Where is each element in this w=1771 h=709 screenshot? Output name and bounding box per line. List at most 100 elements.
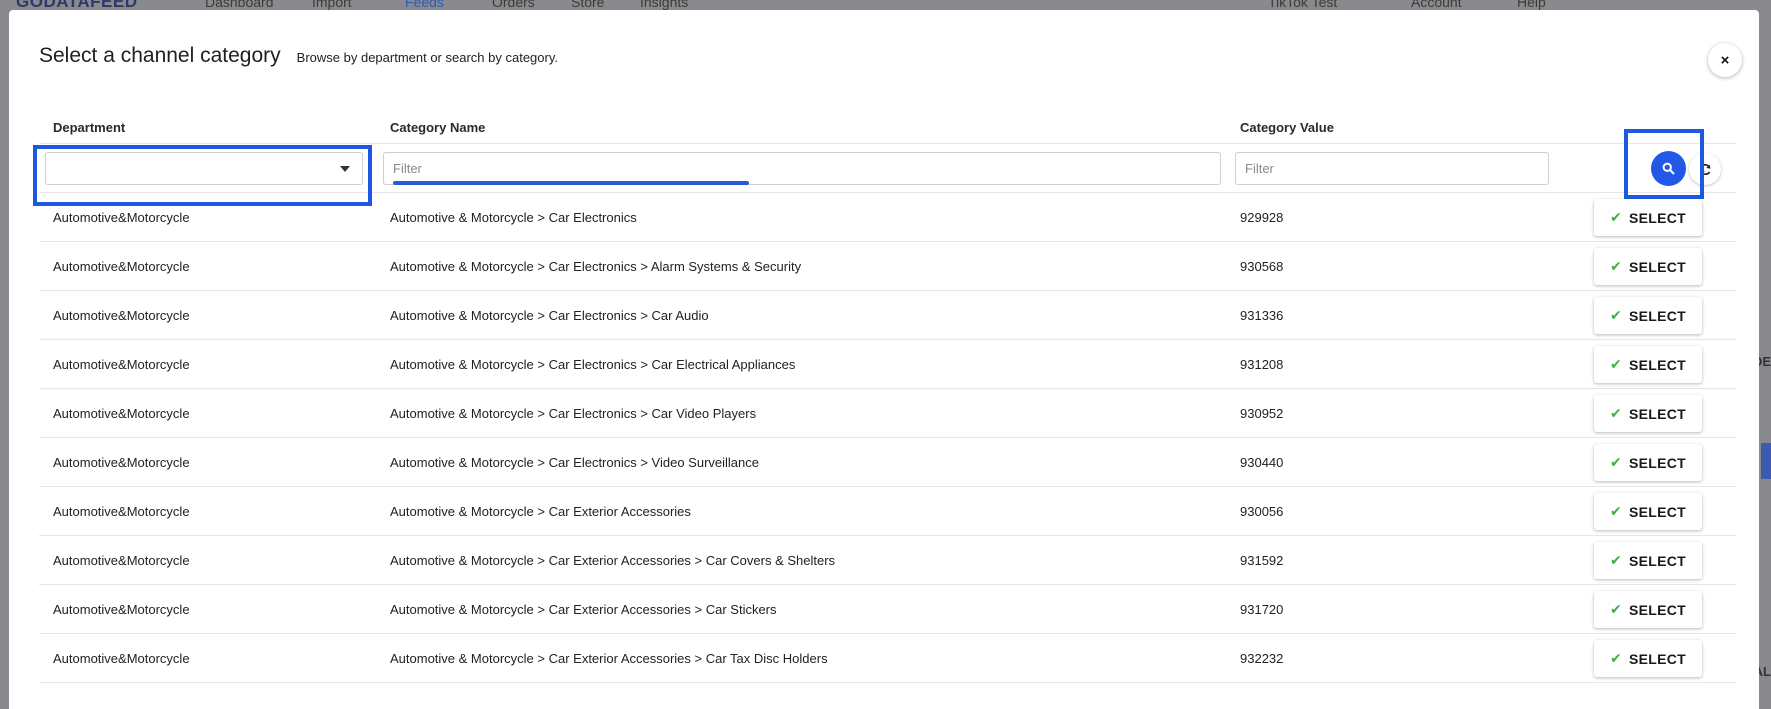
nav-tiktok-test: TikTok Test bbox=[1268, 0, 1338, 10]
row-category-value: 930952 bbox=[1240, 406, 1284, 421]
table-row: Automotive&Motorcycle Automotive & Motor… bbox=[39, 634, 1736, 683]
nav-help: Help bbox=[1517, 0, 1546, 10]
row-department: Automotive&Motorcycle bbox=[53, 602, 190, 617]
nav-feeds: Feeds bbox=[405, 0, 444, 10]
select-label: SELECT bbox=[1629, 258, 1687, 275]
row-department: Automotive&Motorcycle bbox=[53, 259, 190, 274]
search-icon bbox=[1662, 162, 1675, 175]
row-category-name: Automotive & Motorcycle > Car Exterior A… bbox=[390, 651, 828, 666]
category-value-filter[interactable] bbox=[1235, 152, 1549, 185]
select-label: SELECT bbox=[1629, 209, 1687, 226]
check-icon: ✔ bbox=[1609, 356, 1622, 372]
chevron-down-icon bbox=[340, 166, 350, 172]
department-select[interactable] bbox=[45, 152, 363, 185]
select-label: SELECT bbox=[1629, 307, 1687, 324]
select-label: SELECT bbox=[1629, 503, 1687, 520]
select-label: SELECT bbox=[1629, 650, 1687, 667]
select-label: SELECT bbox=[1629, 454, 1687, 471]
modal-title: Select a channel category bbox=[39, 44, 281, 67]
select-button[interactable]: ✔ SELECT bbox=[1594, 444, 1702, 481]
table-header: Department Category Name Category Value bbox=[39, 110, 1736, 144]
nav-insights: Insights bbox=[640, 0, 689, 10]
refresh-icon bbox=[1700, 163, 1710, 175]
column-header-department: Department bbox=[53, 120, 126, 135]
row-category-name: Automotive & Motorcycle > Car Exterior A… bbox=[390, 602, 777, 617]
row-department: Automotive&Motorcycle bbox=[53, 651, 190, 666]
check-icon: ✔ bbox=[1609, 405, 1622, 421]
select-button[interactable]: ✔ SELECT bbox=[1594, 640, 1702, 677]
row-category-name: Automotive & Motorcycle > Car Exterior A… bbox=[390, 504, 691, 519]
nav-orders: Orders bbox=[492, 0, 535, 10]
filter-row bbox=[33, 129, 1736, 206]
row-category-name: Automotive & Motorcycle > Car Electronic… bbox=[390, 308, 709, 323]
modal-subtitle: Browse by department or search by catego… bbox=[296, 50, 558, 65]
row-department: Automotive&Motorcycle bbox=[53, 210, 190, 225]
search-button[interactable] bbox=[1651, 151, 1686, 186]
row-department: Automotive&Motorcycle bbox=[53, 406, 190, 421]
row-category-value: 930056 bbox=[1240, 504, 1284, 519]
background-button bbox=[1761, 443, 1771, 479]
check-icon: ✔ bbox=[1609, 209, 1622, 225]
table-row: Automotive&Motorcycle Automotive & Motor… bbox=[39, 389, 1736, 438]
modal-header: Select a channel category Browse by depa… bbox=[39, 44, 558, 68]
check-icon: ✔ bbox=[1609, 601, 1622, 617]
check-icon: ✔ bbox=[1609, 650, 1622, 666]
select-button[interactable]: ✔ SELECT bbox=[1594, 199, 1702, 236]
row-category-name: Automotive & Motorcycle > Car Electronic… bbox=[390, 259, 802, 274]
select-label: SELECT bbox=[1629, 552, 1687, 569]
table-row: Automotive&Motorcycle Automotive & Motor… bbox=[39, 438, 1736, 487]
row-category-value: 931208 bbox=[1240, 357, 1284, 372]
row-category-name: Automotive & Motorcycle > Car Electronic… bbox=[390, 455, 759, 470]
select-button[interactable]: ✔ SELECT bbox=[1594, 395, 1702, 432]
refresh-button[interactable] bbox=[1689, 153, 1721, 185]
select-button[interactable]: ✔ SELECT bbox=[1594, 542, 1702, 579]
select-label: SELECT bbox=[1629, 601, 1687, 618]
column-header-category-value: Category Value bbox=[1240, 120, 1334, 135]
table-row: Automotive&Motorcycle Automotive & Motor… bbox=[39, 487, 1736, 536]
select-button[interactable]: ✔ SELECT bbox=[1594, 297, 1702, 334]
annotation-underline bbox=[393, 181, 749, 185]
row-category-value: 931592 bbox=[1240, 553, 1284, 568]
row-department: Automotive&Motorcycle bbox=[53, 504, 190, 519]
nav-account: Account bbox=[1411, 0, 1462, 10]
select-button[interactable]: ✔ SELECT bbox=[1594, 493, 1702, 530]
select-button[interactable]: ✔ SELECT bbox=[1594, 591, 1702, 628]
table-row: Automotive&Motorcycle Automotive & Motor… bbox=[39, 291, 1736, 340]
select-button[interactable]: ✔ SELECT bbox=[1594, 346, 1702, 383]
check-icon: ✔ bbox=[1609, 503, 1622, 519]
row-category-name: Automotive & Motorcycle > Car Electronic… bbox=[390, 406, 757, 421]
category-modal: Select a channel category Browse by depa… bbox=[9, 10, 1759, 709]
row-department: Automotive&Motorcycle bbox=[53, 553, 190, 568]
row-category-value: 931720 bbox=[1240, 602, 1284, 617]
close-icon: × bbox=[1720, 51, 1730, 69]
table-row: Automotive&Motorcycle Automotive & Motor… bbox=[39, 585, 1736, 634]
row-category-value: 931336 bbox=[1240, 308, 1284, 323]
check-icon: ✔ bbox=[1609, 454, 1622, 470]
select-label: SELECT bbox=[1629, 356, 1687, 373]
row-department: Automotive&Motorcycle bbox=[53, 308, 190, 323]
nav-store: Store bbox=[571, 0, 605, 10]
check-icon: ✔ bbox=[1609, 307, 1622, 323]
row-category-value: 930568 bbox=[1240, 259, 1284, 274]
nav-import: Import bbox=[312, 0, 352, 10]
row-department: Automotive&Motorcycle bbox=[53, 455, 190, 470]
row-category-name: Automotive & Motorcycle > Car Electronic… bbox=[390, 357, 796, 372]
nav-dashboard: Dashboard bbox=[205, 0, 274, 10]
row-category-value: 932232 bbox=[1240, 651, 1284, 666]
check-icon: ✔ bbox=[1609, 552, 1622, 568]
table-row: Automotive&Motorcycle Automotive & Motor… bbox=[39, 340, 1736, 389]
select-label: SELECT bbox=[1629, 405, 1687, 422]
table-row: Automotive&Motorcycle Automotive & Motor… bbox=[39, 242, 1736, 291]
table-body: Automotive&Motorcycle Automotive & Motor… bbox=[39, 193, 1736, 683]
row-department: Automotive&Motorcycle bbox=[53, 357, 190, 372]
close-button[interactable]: × bbox=[1708, 43, 1742, 77]
check-icon: ✔ bbox=[1609, 258, 1622, 274]
row-category-value: 930440 bbox=[1240, 455, 1284, 470]
column-header-category-name: Category Name bbox=[390, 120, 486, 135]
category-table: Department Category Name Category Value bbox=[33, 110, 1736, 683]
row-category-value: 929928 bbox=[1240, 210, 1284, 225]
table-row: Automotive&Motorcycle Automotive & Motor… bbox=[39, 536, 1736, 585]
table-row: Automotive&Motorcycle Automotive & Motor… bbox=[39, 193, 1736, 242]
select-button[interactable]: ✔ SELECT bbox=[1594, 248, 1702, 285]
row-category-name: Automotive & Motorcycle > Car Exterior A… bbox=[390, 553, 836, 568]
